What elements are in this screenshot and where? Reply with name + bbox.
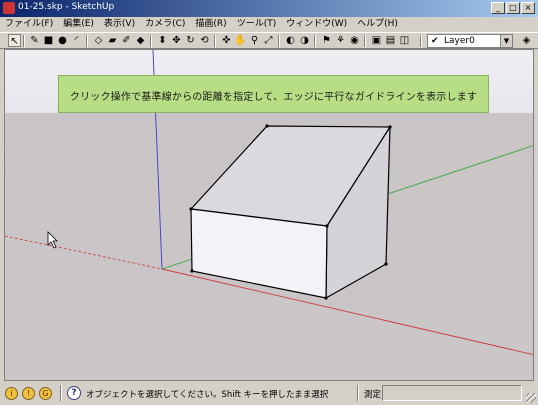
main-toolbar: ↖ ✎ ■ ● ◜ ◇ ▰ ✐ ◆ ⬍ ✥ ↻ ⟲ ✜ ✋ ⚲ ⤢ ◐ ◑ ⚑ … xyxy=(0,32,538,49)
toolbar-separator xyxy=(314,35,316,47)
red-axis xyxy=(5,235,163,270)
circle-tool-icon[interactable]: ● xyxy=(56,34,69,47)
make-component-icon[interactable]: ◇ xyxy=(92,34,105,47)
look-around-icon[interactable]: ◉ xyxy=(348,34,361,47)
toolbar-separator xyxy=(86,35,88,47)
components-window-icon[interactable]: ▤ xyxy=(384,34,397,47)
chevron-down-icon[interactable]: ▼ xyxy=(500,35,512,47)
menu-camera[interactable]: カメラ(C) xyxy=(140,17,190,32)
resize-grip-icon[interactable] xyxy=(526,393,536,403)
layer-dropdown[interactable]: ✔ Layer0 ▼ xyxy=(427,34,513,48)
status-bar: i ! G ? オブジェクトを選択してください。Shift キーを押したまま選択… xyxy=(0,382,538,405)
eraser-tool-icon[interactable]: ▰ xyxy=(106,34,119,47)
measurements-input[interactable] xyxy=(382,385,522,401)
zoom-extents-icon[interactable]: ⤢ xyxy=(262,34,275,47)
instructor-tooltip: クリック操作で基準線からの距離を指定して、エッジに平行なガイドラインを表示します xyxy=(58,75,489,113)
sketchup-window: 01-25.skp - SketchUp _ □ × ファイル(F) 編集(E)… xyxy=(0,0,538,405)
select-tool-icon[interactable]: ↖ xyxy=(8,34,21,47)
toolbar-separator xyxy=(364,35,366,47)
user-icon[interactable]: G xyxy=(39,387,52,400)
menu-view[interactable]: 表示(V) xyxy=(99,17,140,32)
toolbar-separator xyxy=(420,35,422,47)
arc-tool-icon[interactable]: ◜ xyxy=(70,34,83,47)
credits-icon[interactable]: ! xyxy=(22,387,35,400)
sketchup-app-icon[interactable] xyxy=(3,2,15,14)
window-controls: _ □ × xyxy=(491,2,535,14)
maximize-button[interactable]: □ xyxy=(506,2,520,14)
measurements-label: 測定 xyxy=(364,390,382,400)
status-separator xyxy=(60,385,62,401)
menu-window[interactable]: ウィンドウ(W) xyxy=(281,17,352,32)
current-layer-name: Layer0 xyxy=(444,36,475,46)
window-title: 01-25.skp - SketchUp xyxy=(18,2,115,12)
menu-bar: ファイル(F) 編集(E) 表示(V) カメラ(C) 描画(R) ツール(T) … xyxy=(0,17,538,32)
menu-draw[interactable]: 描画(R) xyxy=(190,17,231,32)
offset-tool-icon[interactable]: ⟲ xyxy=(198,34,211,47)
tape-measure-tool-icon[interactable]: ✐ xyxy=(120,34,133,47)
status-message: オブジェクトを選択してください。Shift キーを押したまま選択 xyxy=(86,390,329,400)
toolbar-separator xyxy=(150,35,152,47)
toolbar-separator xyxy=(278,35,280,47)
status-separator xyxy=(357,385,359,401)
move-tool-icon[interactable]: ✥ xyxy=(170,34,183,47)
push-pull-tool-icon[interactable]: ⬍ xyxy=(156,34,169,47)
next-view-icon[interactable]: ◑ xyxy=(298,34,311,47)
menu-edit[interactable]: 編集(E) xyxy=(58,17,99,32)
layers-manager-icon[interactable]: ◈ xyxy=(520,34,533,47)
pencil-tool-icon[interactable]: ✎ xyxy=(28,34,41,47)
rectangle-tool-icon[interactable]: ■ xyxy=(42,34,55,47)
georeference-icon[interactable]: i xyxy=(5,387,18,400)
help-icon[interactable]: ? xyxy=(67,386,81,400)
current-layer-check-icon: ✔ xyxy=(431,36,439,46)
menu-tools[interactable]: ツール(T) xyxy=(232,17,282,32)
materials-window-icon[interactable]: ◫ xyxy=(398,34,411,47)
tooltip-text: クリック操作で基準線からの距離を指定して、エッジに平行なガイドラインを表示します xyxy=(69,92,478,103)
toolbar-separator xyxy=(23,35,25,47)
title-bar[interactable]: 01-25.skp - SketchUp _ □ × xyxy=(0,0,538,17)
menu-help[interactable]: ヘルプ(H) xyxy=(352,17,403,32)
position-camera-icon[interactable]: ⚑ xyxy=(320,34,333,47)
menu-file[interactable]: ファイル(F) xyxy=(0,17,58,32)
previous-view-icon[interactable]: ◐ xyxy=(284,34,297,47)
drawing-viewport[interactable]: クリック操作で基準線からの距離を指定して、エッジに平行なガイドラインを表示します xyxy=(4,49,534,381)
orbit-tool-icon[interactable]: ✜ xyxy=(220,34,233,47)
walk-tool-icon[interactable]: ⚘ xyxy=(334,34,347,47)
pan-tool-icon[interactable]: ✋ xyxy=(234,34,247,47)
minimize-button[interactable]: _ xyxy=(491,2,505,14)
toolbar-separator xyxy=(214,35,216,47)
paint-bucket-tool-icon[interactable]: ◆ xyxy=(134,34,147,47)
rotate-tool-icon[interactable]: ↻ xyxy=(184,34,197,47)
zoom-tool-icon[interactable]: ⚲ xyxy=(248,34,261,47)
close-button[interactable]: × xyxy=(521,2,535,14)
section-plane-icon[interactable]: ▣ xyxy=(370,34,383,47)
